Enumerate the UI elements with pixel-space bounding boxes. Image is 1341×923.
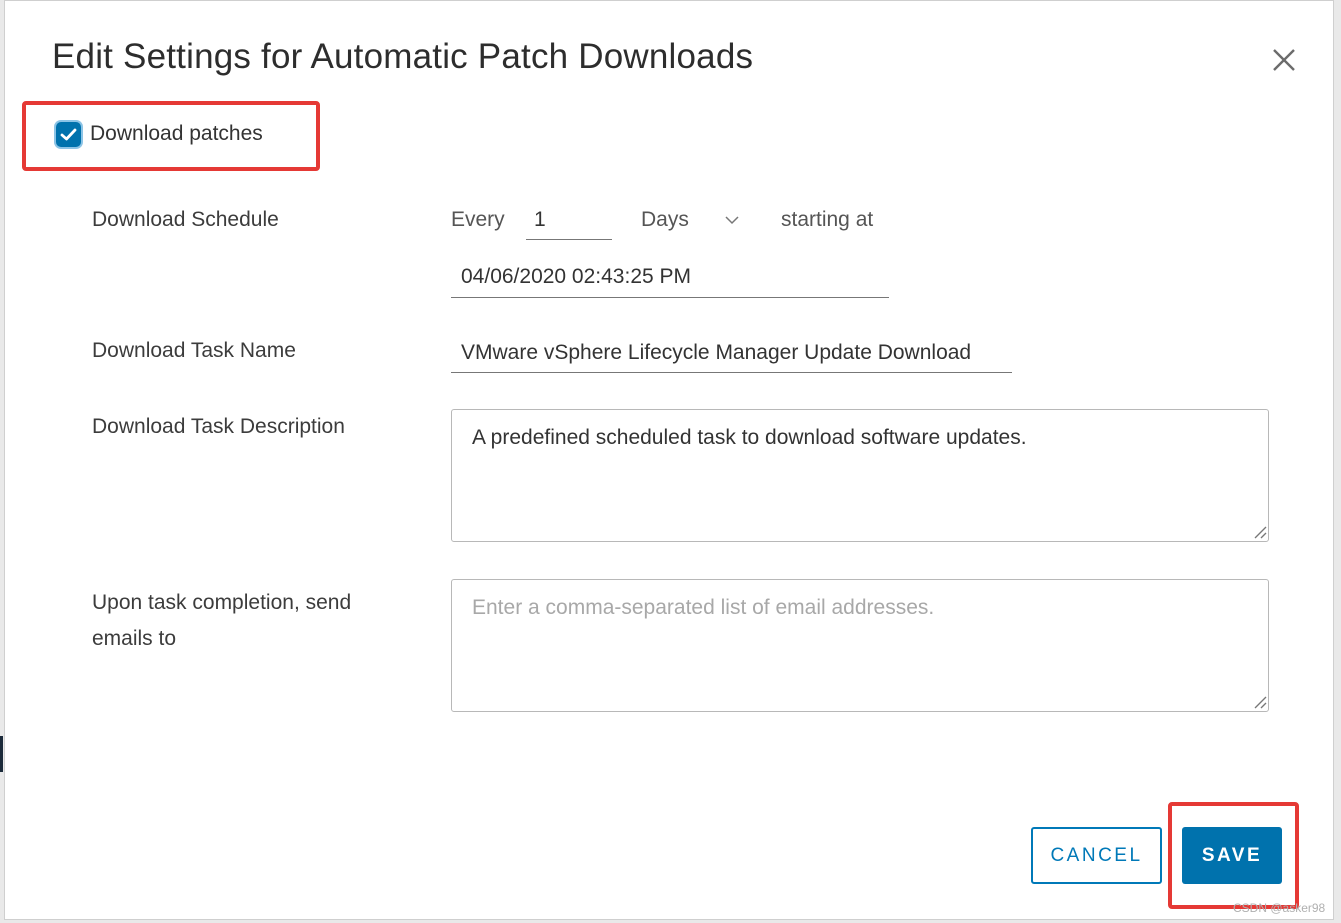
annotation-highlight-checkbox — [22, 101, 320, 171]
annotation-highlight-save — [1168, 802, 1299, 909]
every-interval-input[interactable] — [526, 206, 612, 240]
task-name-label: Download Task Name — [92, 339, 296, 362]
task-name-input[interactable] — [451, 339, 1012, 373]
task-description-textarea[interactable]: A predefined scheduled task to download … — [451, 409, 1269, 542]
task-description-label: Download Task Description — [92, 415, 345, 438]
interval-unit-value: Days — [641, 208, 689, 231]
dialog-title: Edit Settings for Automatic Patch Downlo… — [52, 37, 754, 76]
watermark: CSDN @asker98 — [1233, 901, 1326, 915]
edit-settings-dialog: Edit Settings for Automatic Patch Downlo… — [4, 0, 1334, 920]
interval-unit-select[interactable]: Days — [641, 206, 745, 238]
cancel-button[interactable]: CANCEL — [1031, 827, 1162, 884]
close-icon[interactable] — [1269, 45, 1299, 75]
starting-at-label: starting at — [781, 208, 874, 231]
every-label: Every — [451, 208, 505, 231]
chevron-down-icon — [725, 216, 739, 225]
start-datetime-input[interactable] — [451, 263, 889, 298]
download-schedule-label: Download Schedule — [92, 208, 279, 231]
resize-grip-icon[interactable] — [1251, 693, 1267, 709]
background-window-edge — [0, 736, 3, 772]
resize-grip-icon[interactable] — [1251, 523, 1267, 539]
email-recipients-label: Upon task completion, send emails to — [92, 591, 352, 650]
email-recipients-textarea[interactable] — [451, 579, 1269, 712]
